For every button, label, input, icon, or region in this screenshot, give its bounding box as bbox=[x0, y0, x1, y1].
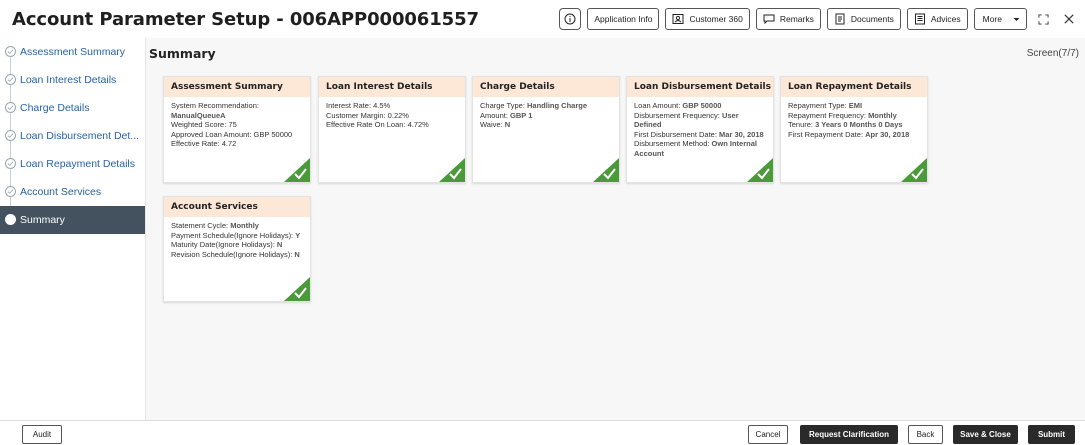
card-row: Effective Rate On Loan: 4.72% bbox=[326, 120, 429, 130]
check-circle-icon bbox=[5, 158, 16, 169]
sidebar-item-assessment-summary[interactable]: Assessment Summary bbox=[0, 38, 145, 66]
sidebar-item-summary[interactable]: Summary bbox=[0, 206, 145, 234]
card-title: Charge Details bbox=[473, 77, 619, 97]
sidebar-item-loan-interest-details[interactable]: Loan Interest Details bbox=[0, 66, 145, 94]
card-row: Maturity Date(Ignore Holidays): N bbox=[171, 240, 283, 250]
submit-button[interactable]: Submit bbox=[1028, 425, 1075, 444]
card-loan-interest-details[interactable]: Loan Interest Details Interest Rate: 4.5… bbox=[318, 76, 466, 183]
completed-check-icon bbox=[593, 158, 619, 182]
more-dropdown[interactable]: More bbox=[973, 8, 1027, 30]
card-assessment-summary[interactable]: Assessment Summary System Recommendation… bbox=[163, 76, 311, 183]
sidebar-item-account-services[interactable]: Account Services bbox=[0, 178, 145, 206]
cancel-button[interactable]: Cancel bbox=[748, 425, 788, 444]
card-title: Loan Repayment Details bbox=[781, 77, 927, 97]
sidebar-item-label: Loan Disbursement Det... bbox=[20, 130, 140, 142]
card-row: Weighted Score: 75 bbox=[171, 120, 237, 130]
section-title: Summary bbox=[149, 46, 216, 61]
footer-bar: Audit Cancel Request Clarification Back … bbox=[0, 420, 1085, 445]
current-step-icon bbox=[5, 214, 16, 225]
check-circle-icon bbox=[5, 46, 16, 57]
card-title: Loan Disbursement Details bbox=[627, 77, 773, 97]
expand-icon[interactable] bbox=[1033, 9, 1053, 29]
card-title: Loan Interest Details bbox=[319, 77, 465, 97]
check-circle-icon bbox=[5, 130, 16, 141]
card-row: Approved Loan Amount: GBP 50000 bbox=[171, 129, 293, 139]
documents-label: Documents bbox=[850, 14, 894, 24]
application-info-button[interactable]: Application Info bbox=[587, 8, 660, 30]
save-close-button[interactable]: Save & Close bbox=[953, 425, 1018, 444]
card-loan-repayment-details[interactable]: Loan Repayment Details Repayment Type: E… bbox=[780, 76, 928, 183]
card-row: Disbursement Method: Own Internal Accoun… bbox=[634, 139, 757, 158]
card-account-services[interactable]: Account Services Statement Cycle: Monthl… bbox=[163, 196, 311, 302]
remarks-label: Remarks bbox=[779, 14, 814, 24]
main-content: Summary Screen(7/7) Assessment Summary S… bbox=[146, 38, 1085, 420]
completed-check-icon bbox=[284, 158, 310, 182]
customer-360-label: Customer 360 bbox=[689, 14, 743, 24]
application-info-label: Application Info bbox=[594, 14, 653, 24]
check-circle-icon bbox=[5, 74, 16, 85]
header-bar: Account Parameter Setup - 006APP00006155… bbox=[0, 0, 1085, 38]
back-button[interactable]: Back bbox=[908, 425, 943, 444]
sidebar-item-label: Loan Repayment Details bbox=[20, 158, 135, 170]
card-row: Disbursement Frequency: User Defined bbox=[634, 110, 739, 130]
remarks-button[interactable]: Remarks bbox=[755, 8, 821, 30]
sidebar-item-label: Account Services bbox=[20, 186, 102, 198]
card-row: First Disbursement Date: Mar 30, 2018 bbox=[634, 129, 764, 139]
customer-360-button[interactable]: Customer 360 bbox=[665, 8, 750, 30]
info-button[interactable] bbox=[559, 8, 582, 30]
more-label: More bbox=[982, 14, 1002, 24]
audit-button[interactable]: Audit bbox=[22, 425, 62, 444]
advices-button[interactable]: Advices bbox=[906, 8, 968, 30]
sidebar-item-loan-disbursement-details[interactable]: Loan Disbursement Det... bbox=[0, 122, 145, 150]
card-row: Revision Schedule(Ignore Holidays): N bbox=[171, 249, 300, 259]
card-row: Repayment Frequency: Monthly bbox=[788, 110, 897, 120]
completed-check-icon bbox=[901, 158, 927, 182]
card-row: Interest Rate: 4.5% bbox=[326, 101, 391, 110]
card-row: Waive: N bbox=[480, 120, 511, 130]
check-circle-icon bbox=[5, 186, 16, 197]
card-title: Account Services bbox=[164, 197, 310, 217]
card-row: Customer Margin: 0.22% bbox=[326, 110, 409, 120]
documents-button[interactable]: Documents bbox=[826, 8, 901, 30]
info-icon bbox=[564, 13, 576, 25]
page-title: Account Parameter Setup - 006APP00006155… bbox=[12, 8, 479, 30]
advices-label: Advices bbox=[930, 14, 961, 24]
card-row: Loan Amount: GBP 50000 bbox=[634, 101, 722, 110]
header-actions: Application Info Customer 360 Remarks Do… bbox=[559, 8, 1079, 30]
sidebar-item-label: Loan Interest Details bbox=[20, 74, 117, 86]
customer-card-icon bbox=[672, 14, 684, 24]
request-clarification-button[interactable]: Request Clarification bbox=[800, 425, 898, 444]
sidebar-item-label: Summary bbox=[20, 214, 65, 226]
card-row: First Repayment Date: Apr 30, 2018 bbox=[788, 129, 910, 139]
card-row: Statement Cycle: Monthly bbox=[171, 221, 259, 230]
card-row: Payment Schedule(Ignore Holidays): Y bbox=[171, 230, 301, 240]
check-circle-icon bbox=[5, 102, 16, 113]
close-icon[interactable] bbox=[1059, 9, 1079, 29]
sidebar-item-loan-repayment-details[interactable]: Loan Repayment Details bbox=[0, 150, 145, 178]
completed-check-icon bbox=[747, 158, 773, 182]
document-icon bbox=[835, 13, 845, 25]
card-row: Repayment Type: EMI bbox=[788, 101, 863, 110]
advices-icon bbox=[914, 13, 925, 25]
screen-indicator: Screen(7/7) bbox=[1026, 48, 1079, 59]
card-charge-details[interactable]: Charge Details Charge Type: Handling Cha… bbox=[472, 76, 620, 183]
card-row: System Recommendation: ManualQueueA bbox=[171, 101, 259, 120]
card-row: Amount: GBP 1 bbox=[480, 110, 533, 120]
sidebar-item-charge-details[interactable]: Charge Details bbox=[0, 94, 145, 122]
card-row: Charge Type: Handling Charge bbox=[480, 101, 587, 110]
sidebar-item-label: Charge Details bbox=[20, 102, 90, 114]
sidebar-nav: Assessment Summary Loan Interest Details… bbox=[0, 38, 146, 420]
card-loan-disbursement-details[interactable]: Loan Disbursement Details Loan Amount: G… bbox=[626, 76, 774, 183]
card-title: Assessment Summary bbox=[164, 77, 310, 97]
sidebar-item-label: Assessment Summary bbox=[20, 46, 126, 58]
card-row: Tenure: 3 Years 0 Months 0 Days bbox=[788, 120, 903, 130]
card-row: Effective Rate: 4.72 bbox=[171, 139, 237, 149]
completed-check-icon bbox=[284, 277, 310, 301]
completed-check-icon bbox=[439, 158, 465, 182]
caret-down-icon bbox=[1013, 17, 1020, 21]
comment-icon bbox=[763, 14, 775, 25]
